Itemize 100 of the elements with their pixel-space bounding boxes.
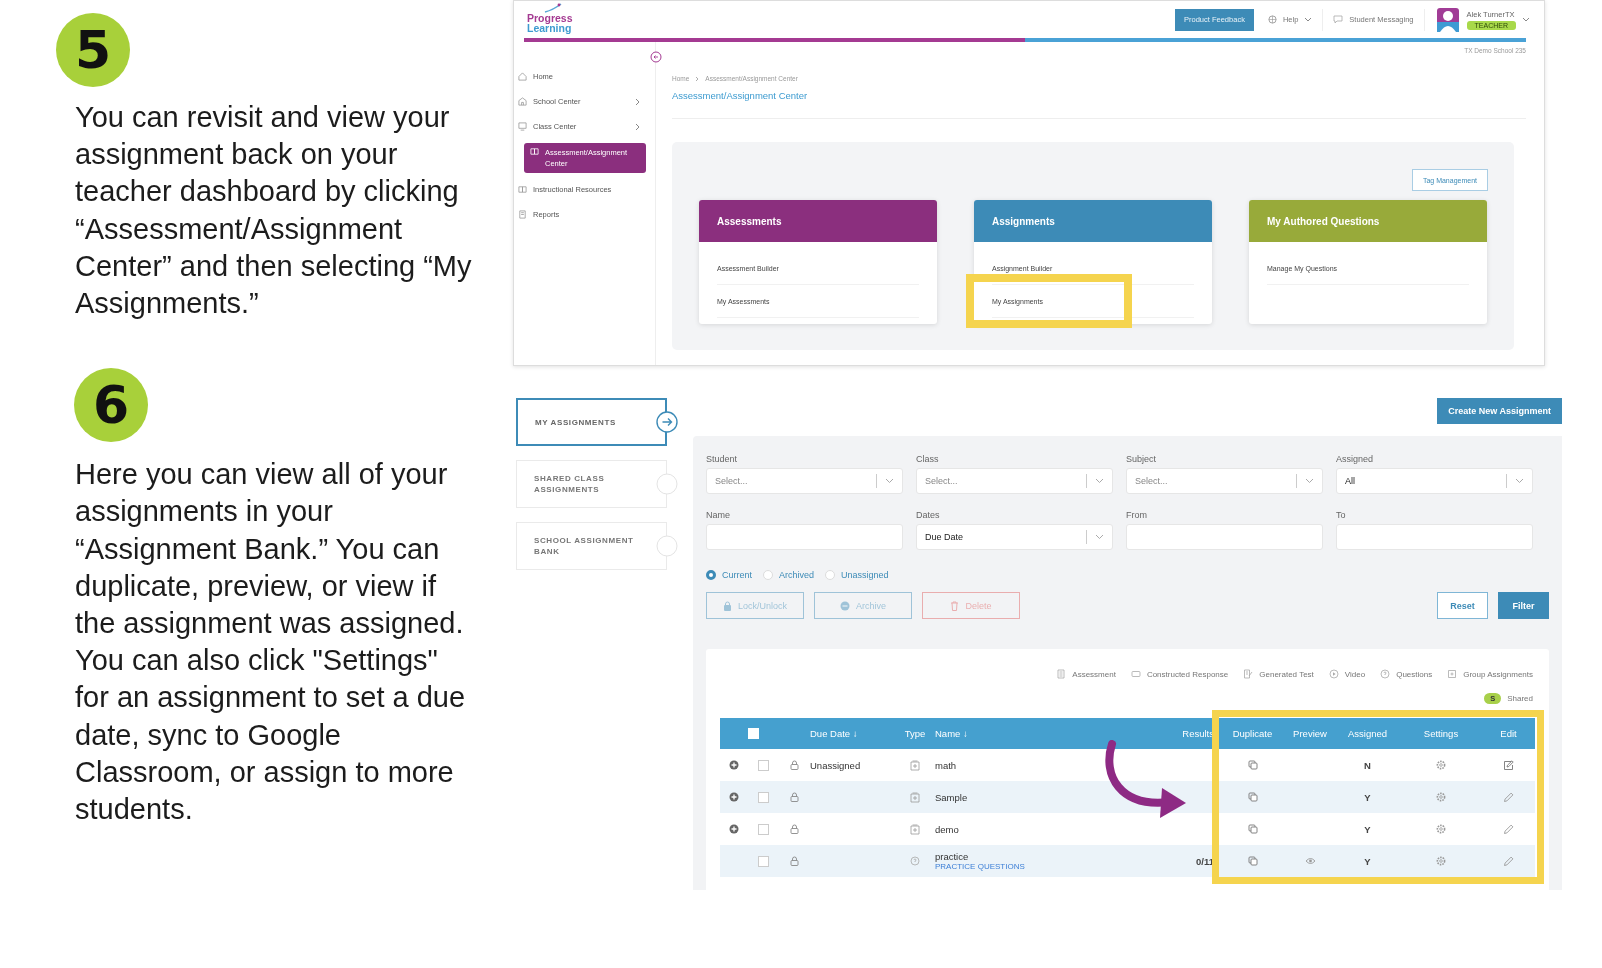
column-header[interactable]: Edit (1500, 728, 1517, 739)
globe-icon[interactable] (1267, 15, 1277, 24)
card-title: My Authored Questions (1267, 215, 1380, 227)
pencil-document-icon (1243, 669, 1254, 679)
field-label: Subject (1126, 454, 1158, 464)
assigned-cell: Y (1364, 823, 1371, 835)
circle-icon[interactable] (656, 473, 678, 495)
checkbox[interactable] (757, 823, 769, 835)
chevron-down-icon (1095, 478, 1104, 484)
expand-icon[interactable] (729, 824, 739, 834)
lock-icon (789, 760, 799, 770)
field-label: Dates (916, 510, 941, 520)
copy-icon[interactable] (1247, 792, 1258, 802)
edit-note-icon[interactable] (1503, 759, 1514, 771)
chat-icon[interactable] (1333, 15, 1344, 24)
radio-label[interactable]: Current (722, 570, 752, 580)
checkbox[interactable] (757, 759, 769, 771)
card-title: Assessments (717, 215, 782, 227)
play-icon (1328, 669, 1339, 679)
select-field[interactable]: Select... (706, 468, 903, 494)
tab[interactable]: SCHOOL ASSIGNMENT BANK (516, 522, 667, 570)
lock-icon (723, 600, 732, 611)
document-icon (518, 210, 527, 219)
collapse-icon[interactable] (650, 51, 662, 63)
select-field[interactable]: Select... (1126, 468, 1323, 494)
legend-label: Generated Test (1259, 669, 1314, 679)
step-number: 6 (74, 368, 148, 443)
column-header[interactable]: Assigned (1347, 728, 1388, 739)
question-icon (1380, 669, 1391, 679)
input-field[interactable] (706, 524, 903, 550)
select-field[interactable]: Select... (916, 468, 1113, 494)
chevron-right-icon (695, 75, 700, 82)
pencil-icon[interactable] (1503, 823, 1514, 835)
chevron-down-icon (1515, 478, 1524, 484)
legend-label: Assessment (1072, 669, 1116, 679)
column-header[interactable]: Due Date ↓ (810, 728, 858, 739)
tab[interactable]: SHARED CLASS ASSIGNMENTS (516, 460, 667, 508)
avatar-icon[interactable] (1436, 7, 1459, 32)
question-icon (910, 856, 920, 866)
step-text: Here you can view all of your assignments in your “Assignment Bank.” You can duplicate, preview, or view if the assignment was assigned. You can also click "Settings" for an assignment to set a due date, sync to Google Classroom, or assign to more students. (75, 457, 467, 828)
card-title: Assignments (992, 215, 1055, 227)
page-title: Assessment/Assignment Center (672, 90, 1526, 119)
select-field[interactable]: Due Date (916, 524, 1113, 550)
pencil-icon[interactable] (1503, 855, 1514, 867)
circle-icon[interactable] (656, 535, 678, 557)
arrow-circle-icon[interactable] (656, 411, 678, 433)
eye-icon[interactable] (1304, 857, 1316, 865)
copy-icon[interactable] (1247, 760, 1258, 770)
pencil-icon[interactable] (1503, 791, 1514, 803)
checkbox[interactable] (757, 855, 769, 867)
create-assignment-button[interactable]: Create New Assignment (1437, 398, 1562, 424)
copy-icon[interactable] (1247, 824, 1258, 834)
lock-icon (789, 856, 799, 866)
step-number: 5 (56, 13, 130, 87)
copy-icon[interactable] (1247, 856, 1258, 866)
select-field[interactable]: All (1336, 468, 1533, 494)
chevron-down-icon[interactable] (1304, 16, 1313, 23)
expand-icon[interactable] (729, 760, 739, 770)
monitor-icon (518, 122, 527, 131)
step-text: You can revisit and view your assignment back on your teacher dashboard by clicking “Assessment/Assignment Center” and then selecting “My Assignments.” (75, 100, 473, 321)
field-label: Assigned (1336, 454, 1375, 464)
name-cell: practice (935, 851, 969, 862)
expand-icon[interactable] (729, 792, 739, 802)
radio-label[interactable]: Unassigned (841, 570, 889, 580)
type-link[interactable]: PRACTICE QUESTIONS (935, 862, 1025, 871)
gear-icon[interactable] (1436, 760, 1446, 770)
gear-icon[interactable] (1436, 856, 1446, 866)
legend-label: Group Assignments (1463, 669, 1533, 679)
legend-label: Constructed Response (1146, 669, 1229, 679)
building-icon (518, 97, 527, 106)
gear-icon[interactable] (1436, 824, 1446, 834)
table-row[interactable]: practice PRACTICE QUESTIONS 0/11 Y (720, 845, 1535, 877)
column-header[interactable]: Preview (1293, 728, 1327, 739)
radio-label[interactable]: Archived (779, 570, 815, 580)
lock-icon (789, 792, 799, 802)
chevron-down-icon (1305, 478, 1314, 484)
table-row[interactable]: Sample Y (720, 781, 1535, 813)
input-field[interactable] (1126, 524, 1323, 550)
column-header[interactable]: Type (904, 728, 926, 739)
legend-label: Video (1344, 669, 1366, 679)
field-label: Name (706, 510, 731, 520)
column-header[interactable]: Duplicate (1232, 728, 1273, 739)
radio-button[interactable] (706, 570, 716, 580)
trash-icon (950, 600, 960, 611)
chevron-down-icon[interactable] (1522, 16, 1530, 23)
gear-icon[interactable] (1436, 792, 1446, 802)
field-label: From (1126, 510, 1148, 520)
logo[interactable]: Progress Learning (527, 12, 573, 33)
logo-mark-icon (543, 2, 563, 13)
filter-button[interactable]: Filter (1498, 592, 1549, 619)
chevron-down-icon (1095, 534, 1104, 540)
column-header[interactable]: Settings (1423, 728, 1459, 739)
rectangle-icon (1130, 669, 1141, 679)
lock-icon (789, 824, 799, 834)
input-field[interactable] (1336, 524, 1533, 550)
column-header[interactable]: Name ↓ (935, 728, 968, 739)
reset-button[interactable]: Reset (1437, 592, 1488, 619)
checkbox[interactable] (757, 791, 769, 803)
tab[interactable]: MY ASSIGNMENTS (516, 398, 667, 446)
home-icon (518, 72, 527, 81)
